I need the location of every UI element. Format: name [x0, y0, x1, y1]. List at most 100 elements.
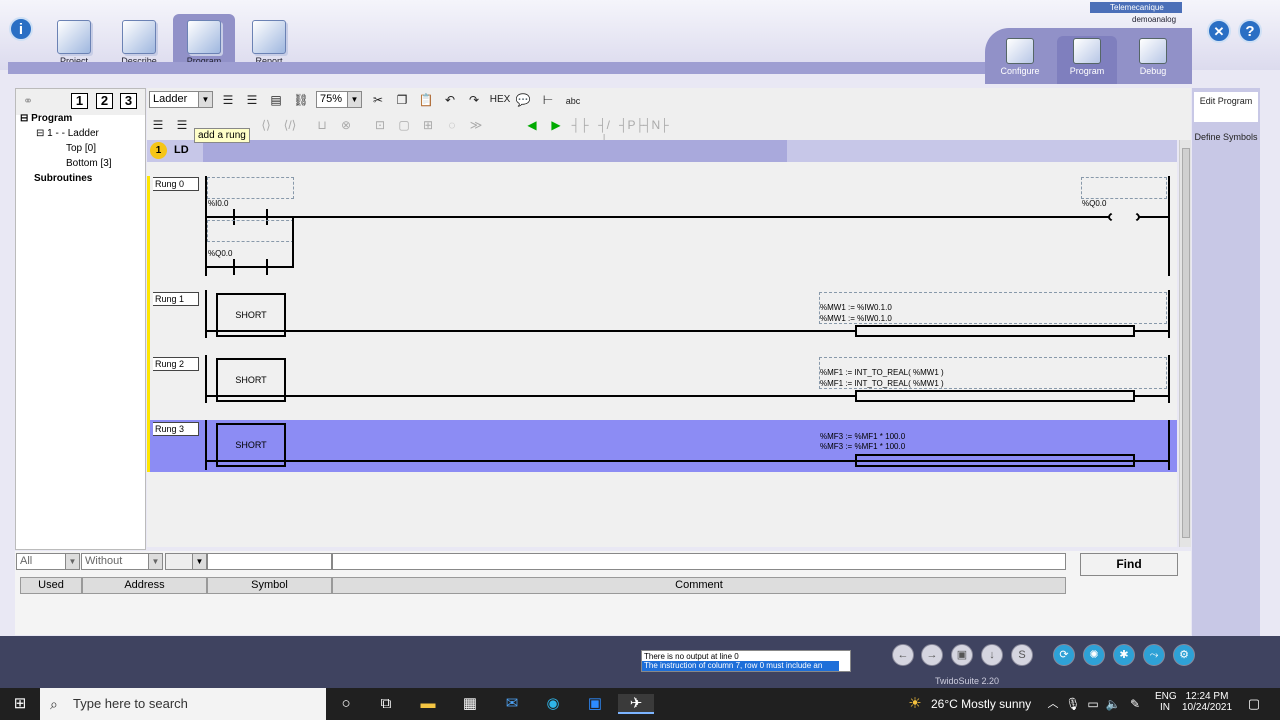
forward-icon[interactable]: → — [921, 644, 943, 666]
microphone-icon[interactable]: 🎙 — [1063, 694, 1083, 714]
contact-nc-icon[interactable]: ┤/├ — [595, 117, 613, 148]
stop-icon[interactable]: S — [1011, 644, 1033, 666]
nav-program-step[interactable]: Program — [1057, 36, 1117, 84]
edit-program-button[interactable]: Edit Program — [1194, 92, 1258, 122]
contact-p-icon[interactable]: ┤P├ — [619, 117, 644, 133]
cut-icon[interactable]: ✂ — [369, 92, 387, 108]
find-button[interactable]: Find — [1080, 553, 1178, 576]
tree-program[interactable]: ⊟ Program — [20, 113, 72, 124]
analyze-icon[interactable]: ⟳ — [1053, 644, 1075, 666]
store-icon[interactable]: ▦ — [460, 694, 480, 714]
sr-icon[interactable]: ▤ — [267, 92, 285, 108]
contact-no-icon[interactable]: ┤├ — [571, 117, 589, 133]
language-select[interactable]: Ladder ▼ — [149, 91, 213, 108]
vertical-scrollbar[interactable] — [1179, 140, 1191, 547]
cortana-icon[interactable]: ○ — [336, 694, 356, 714]
file-explorer-icon[interactable]: ▬ — [418, 694, 438, 714]
arrow-left-icon[interactable]: ◀ — [523, 117, 541, 133]
rung-comment-icon[interactable]: ⊢ — [539, 92, 557, 108]
tools-icon[interactable]: ⚙ — [1173, 644, 1195, 666]
zoom-app-icon[interactable]: ▣ — [585, 694, 605, 714]
filter-all-select[interactable]: All ▼ — [16, 553, 80, 570]
delete-link-icon[interactable]: ⊗ — [337, 117, 355, 133]
filter-without-select[interactable]: Without ▼ — [81, 553, 163, 570]
rung-2[interactable]: Rung 2 SHORT %MF1 := INT_TO_REAL( %MW1 )… — [150, 355, 1177, 405]
edge-icon[interactable]: ◉ — [543, 694, 563, 714]
nav-debug[interactable]: Debug — [1123, 36, 1183, 84]
search-icon: ⌕ — [50, 696, 58, 712]
link-tool-icon[interactable]: ⛓ — [292, 92, 310, 108]
version-label: TwidoSuite 2.20 — [935, 676, 1000, 686]
compile-icon[interactable]: ✱ — [1113, 644, 1135, 666]
mail-icon[interactable]: ✉ — [502, 694, 522, 714]
insert-rung-icon[interactable]: ☰ — [173, 117, 191, 133]
twidosuite-taskbar-icon[interactable]: ✈ — [618, 694, 654, 714]
weather-text[interactable]: 26°C Mostly sunny — [931, 697, 1031, 711]
nav-configure[interactable]: Configure — [990, 36, 1050, 84]
operate-block-icon[interactable]: ⊞ — [419, 117, 437, 133]
insert-step-icon[interactable]: ☰ — [219, 92, 237, 108]
arrow-right-icon[interactable]: ▶ — [547, 117, 565, 133]
tree-bottom[interactable]: Bottom [3] — [66, 158, 112, 169]
contact-n-icon[interactable]: ┤N├ — [643, 117, 669, 133]
settings-icon[interactable]: ✺ — [1083, 644, 1105, 666]
compare-block-icon[interactable]: ▢ — [395, 117, 413, 133]
tree-subroutines[interactable]: Subroutines — [34, 173, 92, 184]
help-icon[interactable]: ? — [1238, 19, 1262, 43]
view-2-button[interactable]: 2 — [96, 93, 113, 109]
tree-toolbar: ⚭ 1 2 3 — [16, 89, 145, 115]
rung-3-selected[interactable]: Rung 3 SHORT %MF3 := %MF1 * 100.0 %MF3 :… — [150, 420, 1177, 472]
redo-icon[interactable]: ↷ — [465, 92, 483, 108]
view-3-button[interactable]: 3 — [120, 93, 137, 109]
link-icon[interactable]: ⚭ — [19, 93, 37, 109]
save-icon[interactable]: ▣ — [951, 644, 973, 666]
message-line-selected[interactable]: The instruction of column 7, row 0 must … — [642, 661, 839, 671]
scroll-thumb[interactable] — [1182, 148, 1190, 538]
tree-ladder[interactable]: ⊟ 1 - - Ladder — [36, 128, 99, 139]
branch-icon[interactable]: ⟨⟩ — [257, 117, 275, 133]
filter-type-select[interactable]: ▼ — [165, 553, 207, 570]
view-1-button[interactable]: 1 — [71, 93, 88, 109]
close-icon[interactable]: ✕ — [1207, 19, 1231, 43]
clock[interactable]: 12:24 PM 10/24/2021 — [1182, 691, 1232, 713]
add-rung-icon[interactable]: ☰ — [149, 117, 167, 133]
chevron-up-icon[interactable]: ︿ — [1043, 694, 1063, 714]
branch-close-icon[interactable]: ⟨/⟩ — [281, 117, 299, 133]
connect-icon[interactable]: ⤳ — [1143, 644, 1165, 666]
copy-icon[interactable]: ❐ — [393, 92, 411, 108]
column-used[interactable]: Used — [20, 577, 82, 594]
network-icon[interactable]: ▭ — [1083, 694, 1103, 714]
jump-icon[interactable]: ≫ — [467, 117, 485, 133]
rung-0[interactable]: Rung 0 %I0.0 %Q0.0 %Q0.0 — [150, 176, 1177, 278]
volume-icon[interactable]: 🔈 — [1103, 694, 1123, 714]
column-comment[interactable]: Comment — [332, 577, 1066, 594]
taskbar-search[interactable]: ⌕ Type here to search — [40, 688, 326, 720]
function-block-icon[interactable]: ⊡ — [371, 117, 389, 133]
back-icon[interactable]: ← — [892, 644, 914, 666]
tree-top[interactable]: Top [0] — [66, 143, 96, 154]
symbol-filter-input[interactable] — [207, 553, 332, 570]
zoom-select[interactable]: 75% ▼ — [316, 91, 362, 108]
define-symbols-button[interactable]: Define Symbols — [1194, 132, 1258, 158]
insert-step-2-icon[interactable]: ☰ — [243, 92, 261, 108]
info-icon[interactable]: i — [9, 17, 33, 41]
task-view-icon[interactable]: ⧉ — [376, 694, 396, 714]
column-symbol[interactable]: Symbol — [207, 577, 332, 594]
vertical-link-icon[interactable]: ⊔ — [313, 117, 331, 133]
undo-icon[interactable]: ↶ — [441, 92, 459, 108]
hex-button[interactable]: HEX — [488, 92, 512, 108]
download-icon[interactable]: ↓ — [981, 644, 1003, 666]
rung-1[interactable]: Rung 1 SHORT %MW1 := %IW0.1.0 %MW1 := %I… — [150, 290, 1177, 340]
language-indicator[interactable]: ENG IN — [1155, 691, 1177, 713]
comment-icon[interactable]: 💬 — [514, 92, 532, 108]
pen-icon[interactable]: ✎ — [1125, 694, 1145, 714]
ladder-editor[interactable]: Rung 0 %I0.0 %Q0.0 %Q0.0 Rung 1 SHORT %M… — [147, 162, 1177, 547]
spellcheck-button[interactable]: abc — [561, 93, 585, 109]
comment-filter-input[interactable] — [332, 553, 1066, 570]
ladder-toolbar: Ladder ▼ ☰ ☰ ▤ ⛓ 75% ▼ ✂ ❐ 📋 ↶ ↷ HEX 💬 ⊢ a… — [147, 88, 1191, 148]
windows-start-icon[interactable]: ⊞ — [10, 694, 30, 714]
notification-icon[interactable]: ▢ — [1244, 694, 1264, 714]
coil-tool-icon[interactable]: ◌ — [443, 117, 461, 133]
paste-icon[interactable]: 📋 — [417, 92, 435, 108]
column-address[interactable]: Address — [82, 577, 207, 594]
